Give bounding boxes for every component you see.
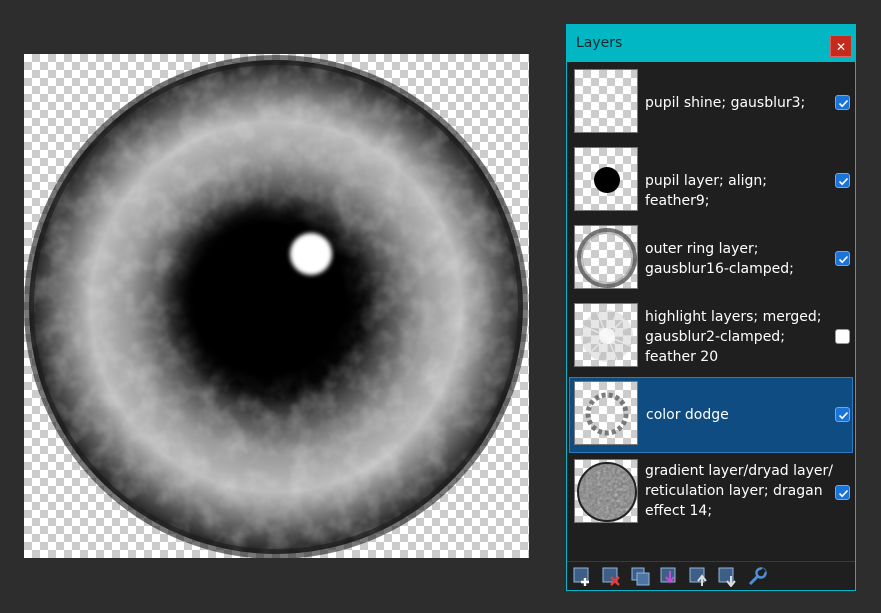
layers-toolbar	[567, 561, 855, 592]
layer-row-pupil-layer[interactable]: pupil layer; align; feather9;	[569, 143, 853, 219]
layer-visibility-checkbox[interactable]	[835, 329, 850, 344]
checkmark-icon	[838, 99, 849, 108]
checkmark-icon	[838, 411, 849, 420]
layer-list: pupil shine; gausblur3; pupil layer; ali…	[567, 63, 855, 547]
checkmark-icon	[838, 177, 849, 186]
layer-name: color dodge	[646, 407, 729, 423]
close-button[interactable]: ✕	[830, 35, 852, 57]
layer-name: pupil layer; align; feather9;	[645, 173, 768, 209]
textured-disc-thumb	[574, 459, 638, 523]
layer-name: outer ring layer; gausblur16-clamped;	[645, 241, 794, 277]
image-canvas[interactable]	[24, 54, 529, 558]
layer-visibility-checkbox[interactable]	[835, 407, 850, 422]
merge-layer-down-icon[interactable]	[660, 567, 680, 587]
layer-row-pupil-shine[interactable]: pupil shine; gausblur3;	[569, 65, 853, 141]
starburst-thumb	[574, 303, 638, 367]
duplicate-layer-icon[interactable]	[631, 567, 651, 587]
layer-name: highlight layers; merged; gausblur2-clam…	[645, 309, 822, 365]
layer-row-highlight[interactable]: highlight layers; merged; gausblur2-clam…	[569, 299, 853, 375]
layer-visibility-checkbox[interactable]	[835, 95, 850, 110]
iris-artwork	[24, 55, 528, 558]
layer-name: gradient layer/dryad layer/ reticulation…	[645, 463, 833, 519]
empty-transparent-thumb	[574, 69, 638, 133]
panel-titlebar[interactable]: Layers ✕	[567, 25, 855, 62]
move-layer-down-icon[interactable]	[718, 567, 738, 587]
layer-name: pupil shine; gausblur3;	[645, 95, 806, 111]
layer-visibility-checkbox[interactable]	[835, 173, 850, 188]
layer-row-color-dodge[interactable]: color dodge	[569, 377, 853, 453]
layer-properties-wrench-icon[interactable]	[747, 567, 767, 587]
layer-row-outer-ring[interactable]: outer ring layer; gausblur16-clamped;	[569, 221, 853, 297]
layer-row-gradient[interactable]: gradient layer/dryad layer/ reticulation…	[569, 455, 853, 531]
delete-layer-icon[interactable]	[602, 567, 622, 587]
checkmark-icon	[838, 255, 849, 264]
move-layer-up-icon[interactable]	[689, 567, 709, 587]
checkmark-icon	[838, 489, 849, 498]
layer-visibility-checkbox[interactable]	[835, 485, 850, 500]
black-dot-thumb	[574, 147, 638, 211]
close-icon: ✕	[835, 40, 847, 54]
add-layer-icon[interactable]	[573, 567, 593, 587]
layer-visibility-checkbox[interactable]	[835, 251, 850, 266]
dotted-ring-thumb	[574, 381, 638, 445]
ring-thumb	[574, 225, 638, 289]
panel-title: Layers	[576, 35, 623, 51]
layers-panel: Layers ✕ pupil shine; gausblur3; pupil l…	[566, 24, 856, 591]
